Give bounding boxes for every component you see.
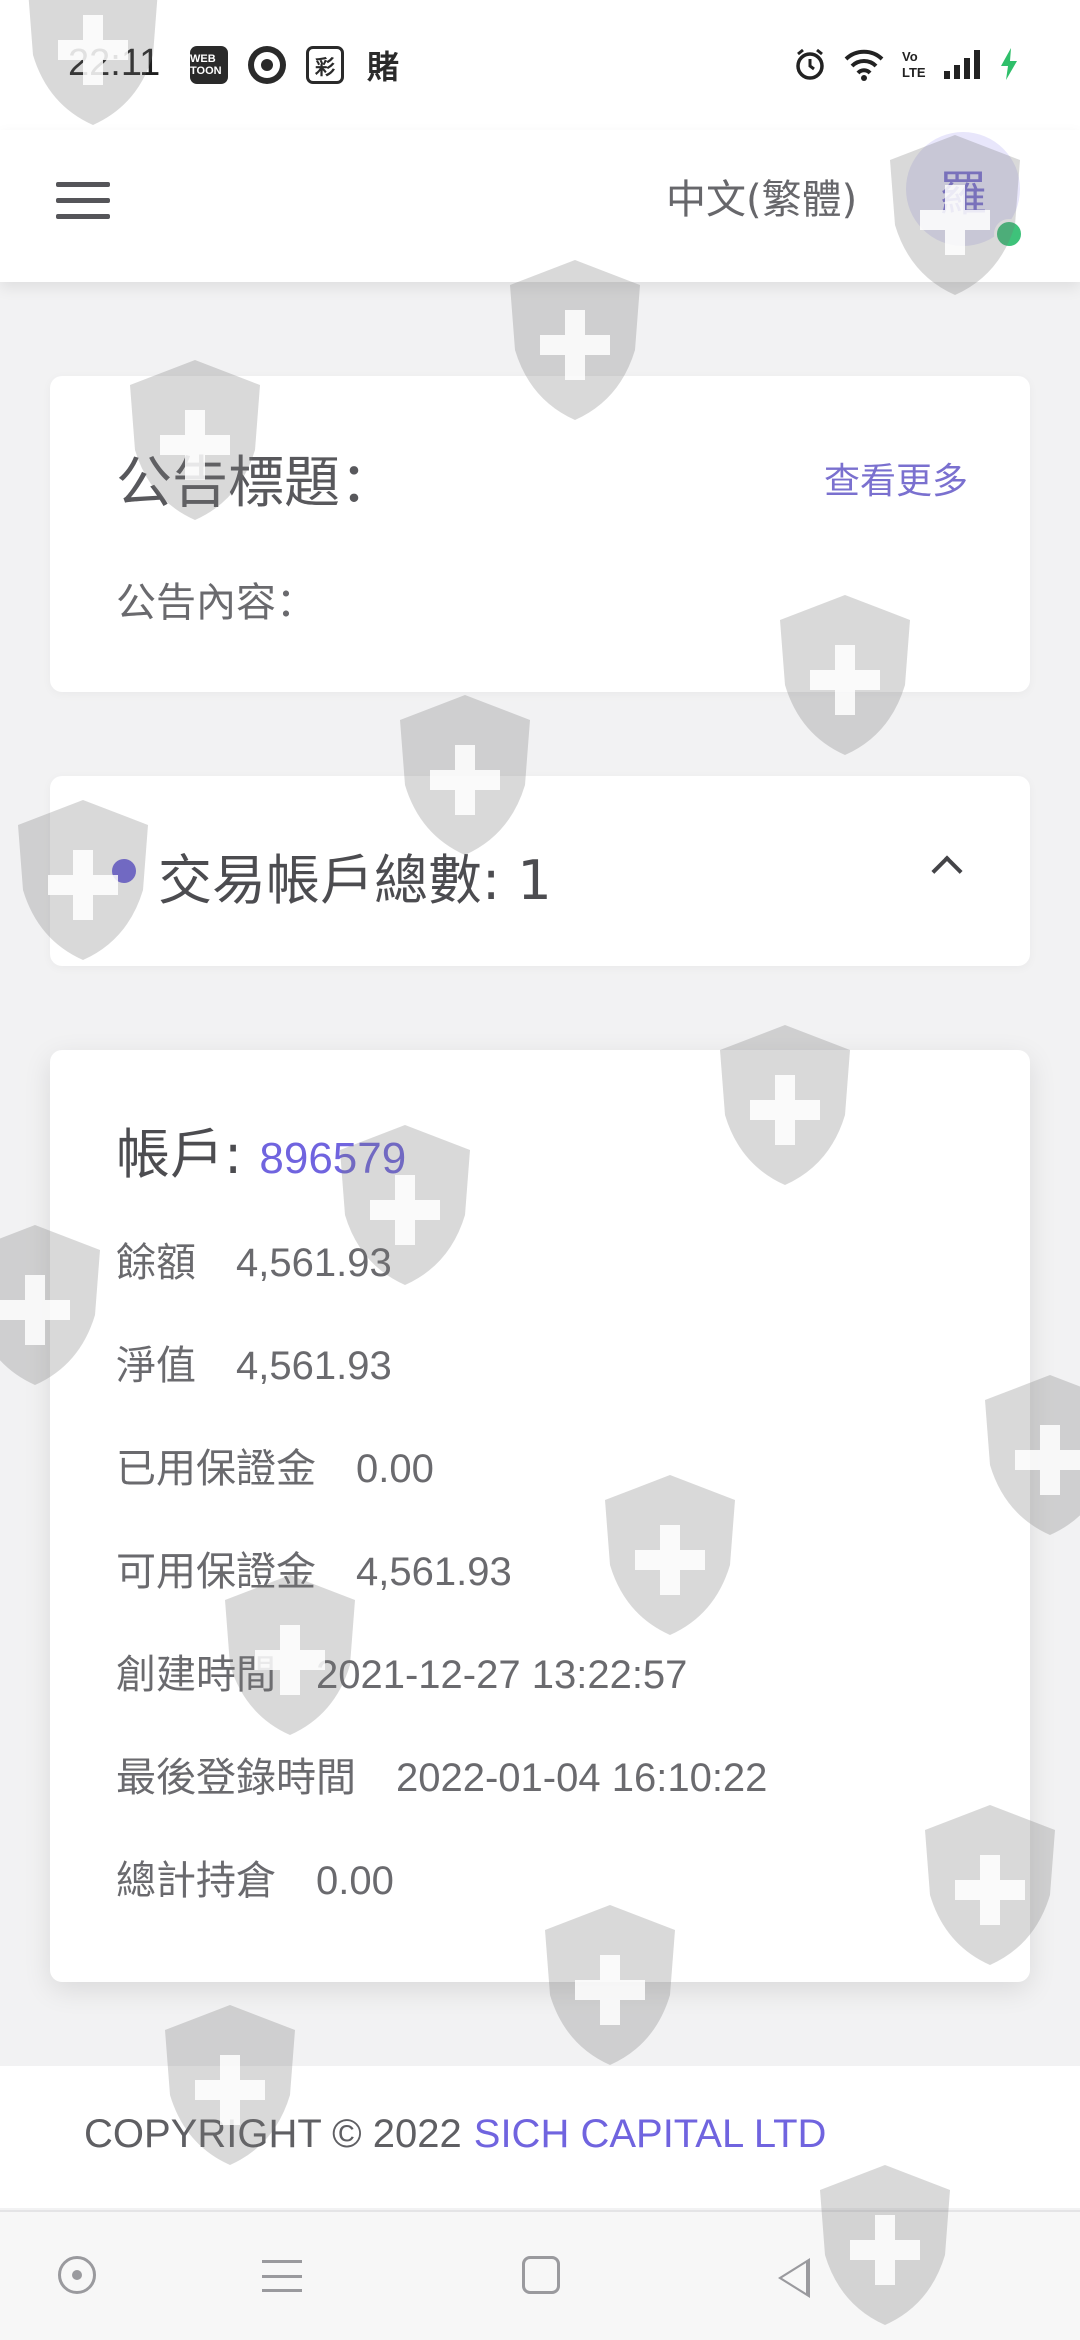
field-value: 4,561.93 — [356, 1550, 512, 1594]
used-margin-row: 已用保證金 0.00 — [116, 1436, 434, 1494]
menu-button[interactable] — [56, 170, 116, 230]
field-label: 創建時間 — [116, 1652, 276, 1698]
bullet-dot-icon — [112, 859, 136, 883]
volte-icon: VoLTE — [902, 49, 926, 80]
status-right-icons: Vo LTE — [792, 46, 1020, 82]
wifi-icon — [844, 49, 884, 81]
charging-icon — [1001, 48, 1017, 80]
alarm-icon — [796, 48, 824, 80]
company-link[interactable]: SICH CAPITAL LTD — [474, 2112, 827, 2156]
field-value: 2022-01-04 16:10:22 — [396, 1756, 768, 1800]
chrome-icon — [248, 46, 286, 84]
trading-accounts-summary[interactable]: 交易帳戶總數: 1 — [50, 776, 1030, 966]
recent-apps-icon[interactable] — [262, 2260, 302, 2292]
field-label: 餘額 — [116, 1240, 196, 1286]
assistant-icon[interactable] — [58, 2256, 96, 2294]
webtoon-icon: WEB TOON — [190, 46, 228, 84]
free-margin-row: 可用保證金 4,561.93 — [116, 1539, 512, 1597]
signal-icon — [944, 50, 980, 79]
field-label: 最後登錄時間 — [116, 1755, 356, 1801]
equity-row: 淨值 4,561.93 — [116, 1333, 392, 1391]
field-label: 總計持倉 — [116, 1858, 276, 1904]
app-header: 中文(繁體) 羅 — [0, 130, 1080, 282]
last-login-row: 最後登錄時間 2022-01-04 16:10:22 — [116, 1745, 767, 1803]
copyright-text: COPYRIGHT © 2022 SICH CAPITAL LTD — [84, 2112, 826, 2157]
footer: COPYRIGHT © 2022 SICH CAPITAL LTD — [0, 2066, 1080, 2208]
trading-accounts-total: 交易帳戶總數: 1 — [158, 849, 552, 912]
announcement-content: 公告內容： — [116, 580, 316, 626]
total-positions-row: 總計持倉 0.00 — [116, 1848, 394, 1906]
field-label: 可用保證金 — [116, 1549, 316, 1595]
chevron-up-icon[interactable] — [931, 855, 963, 887]
status-bar: 22:11 WEB TOON 彩 賭 Vo LTE — [0, 0, 1080, 130]
account-label: 帳戶: — [116, 1123, 243, 1186]
status-time: 22:11 — [68, 42, 161, 84]
language-selector[interactable]: 中文(繁體) — [666, 160, 857, 240]
account-details-card: 帳戶: 896579 餘額 4,561.93 淨值 4,561.93 已用保證金 0.… — [50, 1050, 1030, 1982]
hamburger-icon — [56, 181, 110, 187]
account-header: 帳戶: 896579 — [116, 1110, 406, 1189]
svg-text:Vo: Vo — [902, 49, 918, 64]
bet-icon: 賭 — [366, 49, 399, 85]
field-value: 0.00 — [316, 1859, 394, 1903]
account-id[interactable]: 896579 — [259, 1134, 406, 1183]
copyright-label: COPYRIGHT © 2022 — [84, 2112, 462, 2156]
field-label: 已用保證金 — [116, 1446, 316, 1492]
field-value: 4,561.93 — [236, 1241, 392, 1285]
view-more-link[interactable]: 查看更多 — [824, 452, 968, 504]
created-time-row: 創建時間 2021-12-27 13:22:57 — [116, 1642, 687, 1700]
balance-row: 餘額 4,561.93 — [116, 1230, 392, 1288]
home-icon[interactable] — [522, 2256, 560, 2294]
field-value: 0.00 — [356, 1447, 434, 1491]
status-app-icons: WEB TOON 彩 賭 — [190, 46, 402, 85]
announcement-card: 公告標題： 查看更多 公告內容： — [50, 376, 1030, 692]
page: 22:11 WEB TOON 彩 賭 Vo LTE 中文(繁體) 羅 公告標題：… — [0, 0, 1080, 2340]
system-nav-bar — [0, 2210, 1080, 2340]
lottery-icon: 彩 — [306, 46, 344, 84]
field-value: 4,561.93 — [236, 1344, 392, 1388]
online-status-indicator — [994, 219, 1024, 249]
back-icon[interactable] — [778, 2258, 810, 2298]
field-label: 淨值 — [116, 1343, 196, 1389]
svg-text:LTE: LTE — [902, 65, 926, 80]
announcement-title: 公告標題： — [116, 451, 396, 516]
field-value: 2021-12-27 13:22:57 — [316, 1653, 688, 1697]
